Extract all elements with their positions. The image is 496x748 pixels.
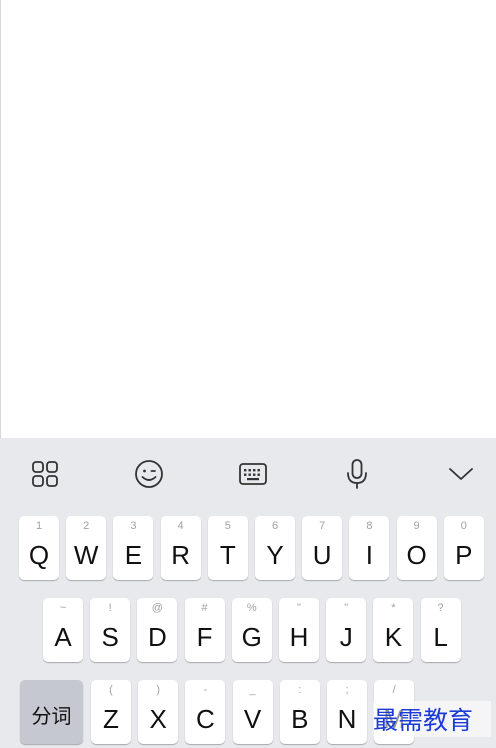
key-d[interactable]: @ D xyxy=(137,598,178,662)
emoji-icon[interactable] xyxy=(129,454,169,494)
key-secondary-label: 4 xyxy=(177,520,184,532)
key-secondary-label: _ xyxy=(249,684,256,696)
key-label: H xyxy=(289,622,309,652)
key-label: I xyxy=(365,540,373,570)
key-secondary-label: : xyxy=(298,684,302,696)
key-secondary-label: ; xyxy=(345,684,349,696)
key-label: J xyxy=(339,622,353,652)
key-label: F xyxy=(196,622,213,652)
key-label: A xyxy=(54,622,72,652)
key-secondary-label: 1 xyxy=(35,520,43,532)
key-label: T xyxy=(219,540,236,570)
key-label: R xyxy=(171,540,190,570)
keyboard-icon[interactable] xyxy=(233,454,273,494)
key-q[interactable]: 1Q xyxy=(19,516,59,580)
key-g[interactable]: % G xyxy=(231,598,272,662)
key-secondary-label: 7 xyxy=(319,520,326,532)
apps-grid-icon[interactable] xyxy=(25,454,65,494)
text-input-area[interactable] xyxy=(0,0,496,438)
key-secondary-label: ! xyxy=(108,602,112,614)
segment-key[interactable]: 分词 xyxy=(20,680,83,744)
key-secondary-label: " xyxy=(297,602,301,614)
key-label: U xyxy=(312,540,332,570)
key-h[interactable]: " H xyxy=(279,598,319,662)
key-label: Y xyxy=(266,540,284,570)
key-label: Q xyxy=(28,540,50,570)
key-secondary-label: # xyxy=(201,602,208,614)
key-secondary-label: 8 xyxy=(366,520,373,532)
key-label: G xyxy=(241,622,262,652)
key-w[interactable]: 2W xyxy=(66,516,107,580)
key-secondary-label: ? xyxy=(437,602,444,614)
key-label: B xyxy=(291,704,309,734)
key-secondary-label: ~ xyxy=(59,602,67,614)
key-f[interactable]: # F xyxy=(184,598,225,662)
key-s[interactable]: ! S xyxy=(90,598,131,662)
key-secondary-label: " xyxy=(344,602,349,614)
key-secondary-label: 6 xyxy=(271,520,279,532)
key-k[interactable]: * K xyxy=(373,598,414,662)
microphone-icon[interactable] xyxy=(337,454,377,494)
key-secondary-label: - xyxy=(203,684,208,696)
keyboard-toolbar xyxy=(0,438,496,510)
key-p[interactable]: 0P xyxy=(443,516,484,580)
key-label: N xyxy=(337,704,357,734)
key-secondary-label: @ xyxy=(151,602,163,614)
watermark-logo: 最需教育 xyxy=(373,701,491,737)
key-secondary-label: 0 xyxy=(460,520,467,532)
key-secondary-label: 2 xyxy=(83,520,90,532)
key-secondary-label: 3 xyxy=(130,520,137,532)
key-b[interactable]: :B xyxy=(279,680,320,744)
key-label: V xyxy=(243,704,262,734)
key-label: Z xyxy=(103,704,119,734)
key-label: S xyxy=(101,622,119,652)
key-o[interactable]: 9O xyxy=(396,516,437,580)
chevron-down-icon[interactable] xyxy=(441,454,481,494)
key-label: L xyxy=(433,622,448,652)
key-u[interactable]: 7U xyxy=(302,516,343,580)
key-secondary-label: 9 xyxy=(413,520,420,532)
key-i[interactable]: 8I xyxy=(349,516,390,580)
key-label: X xyxy=(149,704,167,734)
key-secondary-label: ) xyxy=(156,684,161,696)
key-secondary-label: * xyxy=(391,602,396,614)
key-l[interactable]: ? L xyxy=(420,598,461,662)
key-r[interactable]: 4R xyxy=(160,516,201,580)
key-secondary-label: 5 xyxy=(224,520,231,532)
key-label: P xyxy=(455,540,473,570)
key-e[interactable]: 3E xyxy=(113,516,154,580)
key-label: C xyxy=(196,704,215,734)
key-secondary-label: ( xyxy=(109,684,113,696)
key-x[interactable]: ) X xyxy=(138,680,179,744)
key-c[interactable]: -C xyxy=(185,680,226,744)
key-y[interactable]: 6Y xyxy=(255,516,295,580)
key-label: O xyxy=(406,540,427,570)
key-secondary-label: % xyxy=(246,602,257,614)
key-label: D xyxy=(148,622,167,652)
key-a[interactable]: ~ A xyxy=(43,598,83,662)
key-label: K xyxy=(384,622,403,652)
key-label: E xyxy=(124,540,143,570)
key-n[interactable]: ; N xyxy=(327,680,367,744)
key-secondary-label: / xyxy=(392,684,396,696)
segment-key-label: 分词 xyxy=(31,704,72,728)
key-label: W xyxy=(73,540,99,570)
key-t[interactable]: 5T xyxy=(207,516,248,580)
key-z[interactable]: (Z xyxy=(91,680,131,744)
key-v[interactable]: _ V xyxy=(232,680,273,744)
key-j[interactable]: " J xyxy=(326,598,367,662)
